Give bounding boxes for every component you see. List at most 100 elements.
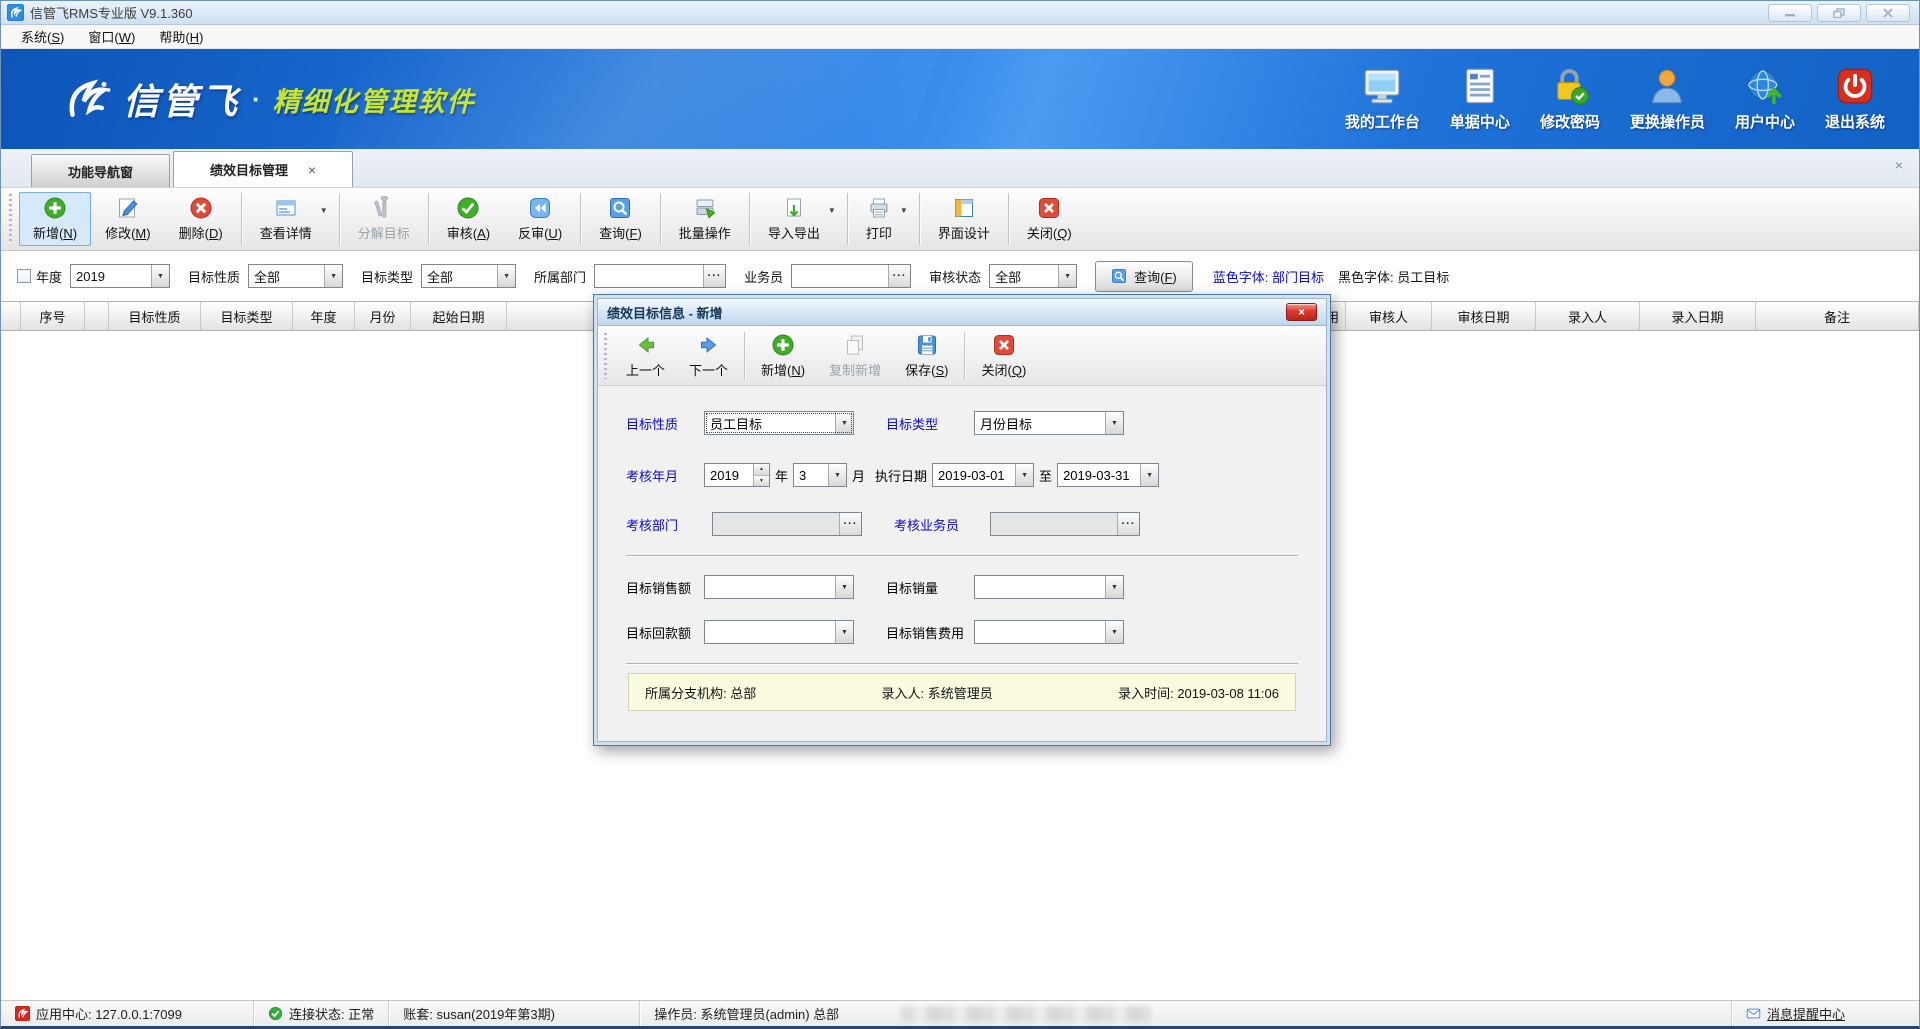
- toolbar-button-label: 导入导出: [768, 223, 820, 242]
- close-button[interactable]: [1866, 4, 1910, 22]
- tab-close-icon[interactable]: ×: [308, 163, 316, 177]
- type-select[interactable]: 月份目标▼: [974, 411, 1124, 435]
- type-filter-select[interactable]: 全部▼: [421, 264, 516, 288]
- chevron-down-icon[interactable]: ▼: [835, 576, 853, 598]
- import-export-toolbar-button[interactable]: 导入导出 ▼: [754, 192, 843, 246]
- search-button[interactable]: 查询(F): [1095, 261, 1193, 292]
- arrow-left-icon: [634, 333, 658, 357]
- dept-filter-input[interactable]: ···: [594, 264, 726, 288]
- tab-0[interactable]: 功能导航窗: [31, 154, 170, 187]
- salesman-input[interactable]: ···: [990, 512, 1140, 536]
- column-header-13[interactable]: 备注: [1756, 302, 1919, 330]
- year-filter-checkbox[interactable]: [17, 269, 31, 283]
- toolbar-separator: [919, 193, 920, 245]
- column-header-10[interactable]: 审核日期: [1432, 302, 1536, 330]
- column-header-4[interactable]: 目标类型: [201, 302, 293, 330]
- documents-button[interactable]: 单据中心: [1450, 66, 1510, 132]
- tools-toolbar-button[interactable]: 分解目标: [344, 192, 424, 246]
- details-toolbar-button[interactable]: 查看详情▼: [246, 192, 335, 246]
- column-header-5[interactable]: 年度: [293, 302, 355, 330]
- chevron-down-icon[interactable]: ▼: [1015, 464, 1033, 486]
- dept-input[interactable]: ···: [712, 512, 862, 536]
- column-header-11[interactable]: 录入人: [1536, 302, 1640, 330]
- column-header-7[interactable]: 起始日期: [411, 302, 507, 330]
- salesman-filter-input[interactable]: ···: [791, 264, 911, 288]
- add-toolbar-button[interactable]: 新增(N): [749, 330, 817, 382]
- menu-item-0[interactable]: 系统(S): [9, 25, 76, 48]
- toolbar-grip[interactable]: [9, 194, 12, 244]
- column-header-6[interactable]: 月份: [355, 302, 411, 330]
- message-center-link[interactable]: 消息提醒中心: [1732, 1001, 1859, 1026]
- chevron-down-icon[interactable]: ▼: [1105, 576, 1123, 598]
- column-header-12[interactable]: 录入日期: [1640, 302, 1756, 330]
- chevron-down-icon[interactable]: ▼: [835, 621, 853, 643]
- operator-status: 操作员: 系统管理员(admin) 总部: [640, 1001, 853, 1026]
- tabstrip-close-icon[interactable]: ×: [1895, 157, 1903, 173]
- chevron-down-icon[interactable]: ▼: [1140, 464, 1158, 486]
- rewind-toolbar-button[interactable]: 反审(U): [504, 192, 576, 246]
- chevron-down-icon[interactable]: ▼: [1105, 621, 1123, 643]
- add-toolbar-button[interactable]: 新增(N): [19, 192, 91, 246]
- chevron-down-icon[interactable]: ▼: [828, 464, 846, 486]
- column-header-label: 录入人: [1568, 307, 1607, 326]
- print-toolbar-button[interactable]: 打印 ▼: [852, 192, 915, 246]
- user-center-button[interactable]: 用户中心: [1735, 66, 1795, 132]
- menu-item-1[interactable]: 窗口(W): [76, 25, 147, 48]
- ellipsis-button[interactable]: ···: [839, 513, 861, 535]
- delete-toolbar-button[interactable]: 删除(D): [165, 192, 237, 246]
- search-toolbar-button[interactable]: 查询(F): [585, 192, 656, 246]
- chevron-down-icon[interactable]: ▼: [900, 206, 908, 215]
- expense-select[interactable]: ▼: [974, 620, 1124, 644]
- nature-select[interactable]: 员工目标▼: [704, 411, 854, 435]
- dialog-close-button[interactable]: ×: [1286, 303, 1317, 321]
- close-toolbar-button[interactable]: 关闭(Q): [969, 330, 1038, 382]
- switch-user-button[interactable]: 更换操作员: [1630, 66, 1705, 132]
- chevron-down-icon[interactable]: ▼: [324, 265, 342, 287]
- exit-button[interactable]: 退出系统: [1825, 66, 1885, 132]
- column-header-3[interactable]: 目标性质: [109, 302, 201, 330]
- batch-icon: [693, 196, 717, 220]
- tab-1[interactable]: 绩效目标管理×: [173, 151, 353, 187]
- toolbar-button-label: 打印: [866, 223, 892, 242]
- menu-item-2[interactable]: 帮助(H): [147, 25, 215, 48]
- chevron-down-icon[interactable]: ▼: [320, 206, 328, 215]
- ellipsis-button[interactable]: ···: [703, 265, 725, 287]
- receipt-select[interactable]: ▼: [704, 620, 854, 644]
- toolbar-grip[interactable]: [604, 333, 607, 379]
- chevron-down-icon[interactable]: ▼: [835, 412, 853, 434]
- ui-design-toolbar-button[interactable]: 界面设计: [924, 192, 1004, 246]
- chevron-down-icon[interactable]: ▼: [497, 265, 515, 287]
- batch-toolbar-button[interactable]: 批量操作: [665, 192, 745, 246]
- sales-qty-select[interactable]: ▼: [974, 575, 1124, 599]
- year-spinner[interactable]: 2019 ▲▼: [704, 463, 770, 487]
- check-toolbar-button[interactable]: 审核(A): [433, 192, 504, 246]
- workbench-button[interactable]: 我的工作台: [1345, 66, 1420, 132]
- nature-filter-select[interactable]: 全部▼: [248, 264, 343, 288]
- copy-toolbar-button[interactable]: 复制新增: [817, 330, 893, 382]
- ellipsis-button[interactable]: ···: [1117, 513, 1139, 535]
- edit-toolbar-button[interactable]: 修改(M): [91, 192, 165, 246]
- chevron-down-icon[interactable]: ▼: [828, 206, 836, 215]
- date-from-select[interactable]: 2019-03-01▼: [932, 463, 1034, 487]
- spin-down-icon[interactable]: ▼: [754, 476, 769, 487]
- close-toolbar-button[interactable]: 关闭(Q): [1013, 192, 1086, 246]
- column-header-9[interactable]: 审核人: [1346, 302, 1432, 330]
- sales-amount-select[interactable]: ▼: [704, 575, 854, 599]
- date-to-select[interactable]: 2019-03-31▼: [1057, 463, 1159, 487]
- chevron-down-icon[interactable]: ▼: [151, 265, 169, 287]
- column-header-1[interactable]: 序号: [21, 302, 85, 330]
- password-button[interactable]: 修改密码: [1540, 66, 1600, 132]
- minimize-button[interactable]: [1768, 4, 1812, 22]
- year-filter-select[interactable]: 2019▼: [70, 264, 170, 288]
- audit-filter-select[interactable]: 全部▼: [989, 264, 1077, 288]
- restore-button[interactable]: [1817, 4, 1861, 22]
- arrow-right-toolbar-button[interactable]: 下一个: [677, 330, 740, 382]
- chevron-down-icon[interactable]: ▼: [1105, 412, 1123, 434]
- spin-up-icon[interactable]: ▲: [754, 464, 769, 476]
- ellipsis-button[interactable]: ···: [888, 265, 910, 287]
- month-select[interactable]: 3▼: [793, 463, 847, 487]
- save-toolbar-button[interactable]: 保存(S): [893, 330, 960, 382]
- chevron-down-icon[interactable]: ▼: [1058, 265, 1076, 287]
- toolbar-button-label: 新增(N): [761, 360, 805, 379]
- arrow-left-toolbar-button[interactable]: 上一个: [614, 330, 677, 382]
